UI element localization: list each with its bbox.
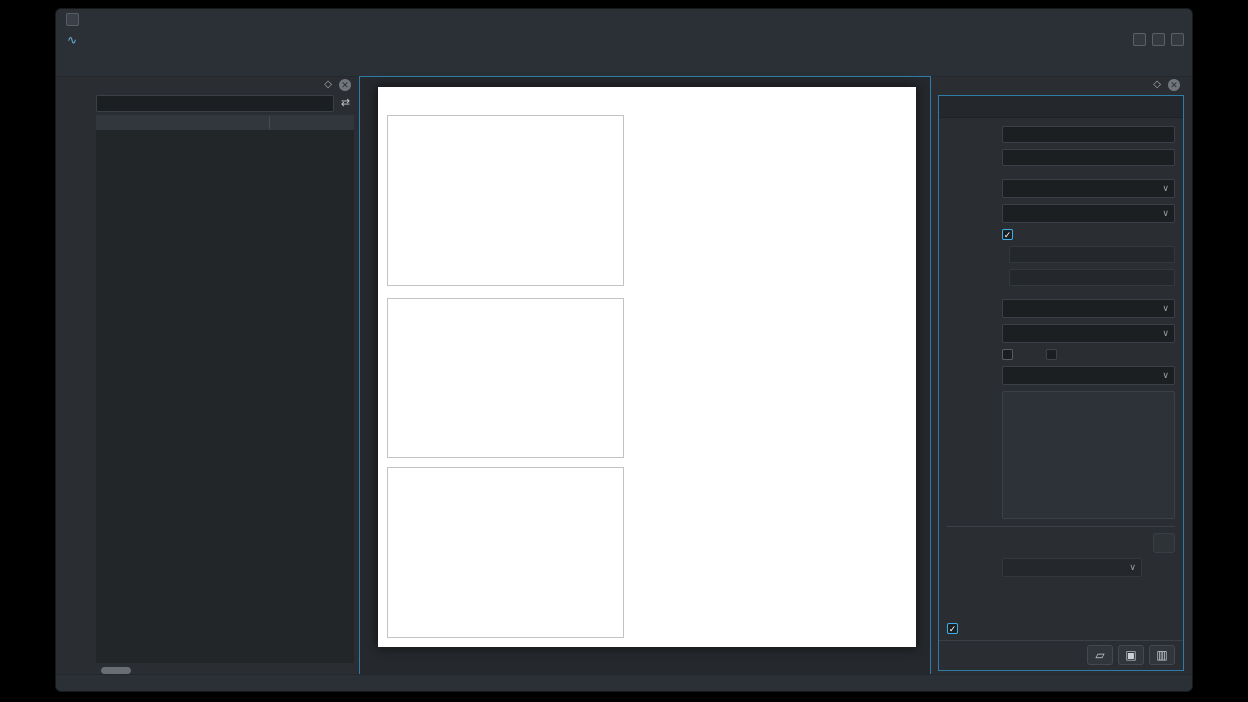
recalculate-button bbox=[1153, 533, 1175, 553]
chevron-down-icon: ∨ bbox=[1162, 325, 1169, 341]
worksheet-page[interactable] bbox=[378, 87, 916, 647]
auto-checkbox[interactable]: ✓ bbox=[1002, 229, 1013, 240]
save-as-default-button[interactable]: ▥ bbox=[1149, 645, 1175, 665]
results-box bbox=[1002, 391, 1175, 519]
properties-dock: ◇ ✕ ∨ ∨ ✓ bbox=[936, 76, 1186, 677]
ydata-select[interactable]: ∨ bbox=[1002, 204, 1175, 223]
plot-container-fft[interactable] bbox=[387, 298, 624, 458]
plot-container-signal[interactable] bbox=[387, 115, 624, 286]
name-field[interactable] bbox=[1002, 126, 1175, 143]
dock-close-icon[interactable]: ✕ bbox=[339, 79, 351, 91]
labplot-menu-icon: ∿ bbox=[65, 33, 79, 47]
mdi-minimize-button[interactable] bbox=[1133, 33, 1146, 46]
chevron-down-icon: ∨ bbox=[1162, 205, 1169, 221]
chevron-down-icon: ∨ bbox=[1129, 559, 1136, 575]
save-config-button[interactable]: ▣ bbox=[1118, 645, 1144, 665]
plot-fft[interactable] bbox=[388, 299, 625, 459]
results-label bbox=[947, 391, 1002, 393]
shifted-checkbox: ✓ bbox=[1046, 349, 1057, 360]
mdi-close-button[interactable] bbox=[1171, 33, 1184, 46]
main-toolbar bbox=[56, 50, 1192, 77]
maximum-field bbox=[1009, 269, 1175, 286]
plot-signal-with-noise[interactable] bbox=[388, 116, 625, 287]
window-select[interactable]: ∨ bbox=[1002, 299, 1175, 318]
two-sided-checkbox[interactable]: ✓ bbox=[1002, 349, 1013, 360]
worksheet-view[interactable] bbox=[359, 76, 931, 677]
tree-header[interactable] bbox=[96, 115, 354, 131]
output-select[interactable]: ∨ bbox=[1002, 324, 1175, 343]
plot-filtered-signal[interactable] bbox=[388, 468, 625, 639]
search-input[interactable] bbox=[96, 95, 334, 112]
project-tree bbox=[96, 130, 354, 663]
menubar: ∿ bbox=[56, 30, 1192, 50]
chevron-down-icon: ∨ bbox=[1162, 180, 1169, 196]
worksheet-toolbar bbox=[63, 79, 93, 673]
dock-close-icon[interactable]: ✕ bbox=[1168, 79, 1180, 91]
titlebar bbox=[56, 9, 1192, 30]
plot-range-select: ∨ bbox=[1002, 558, 1142, 577]
chevron-down-icon: ∨ bbox=[1162, 367, 1169, 383]
chevron-down-icon: ∨ bbox=[1162, 300, 1169, 316]
xdata-select[interactable]: ∨ bbox=[1002, 179, 1175, 198]
dock-float-icon[interactable]: ◇ bbox=[324, 79, 332, 90]
column-header-type[interactable] bbox=[269, 116, 276, 129]
mdi-restore-button[interactable] bbox=[1152, 33, 1165, 46]
load-config-button[interactable]: ▱ bbox=[1087, 645, 1113, 665]
statusbar bbox=[56, 674, 1192, 691]
app-icon bbox=[66, 13, 79, 26]
plot-container-filtered[interactable] bbox=[387, 467, 624, 638]
project-explorer-dock: ◇ ✕ ⇄ bbox=[93, 76, 357, 677]
dock-float-icon[interactable]: ◇ bbox=[1153, 79, 1161, 90]
labplot-window: ∿ ◇ ✕ ⇄ bbox=[55, 8, 1193, 692]
minimum-field bbox=[1009, 246, 1175, 263]
xaxis-scale-select[interactable]: ∨ bbox=[1002, 366, 1175, 385]
horizontal-scrollbar[interactable] bbox=[101, 667, 131, 674]
filter-options-icon[interactable]: ⇄ bbox=[337, 95, 354, 112]
comment-field[interactable] bbox=[1002, 149, 1175, 166]
visible-checkbox[interactable]: ✓ bbox=[947, 623, 958, 634]
properties-tabs bbox=[939, 96, 1183, 118]
